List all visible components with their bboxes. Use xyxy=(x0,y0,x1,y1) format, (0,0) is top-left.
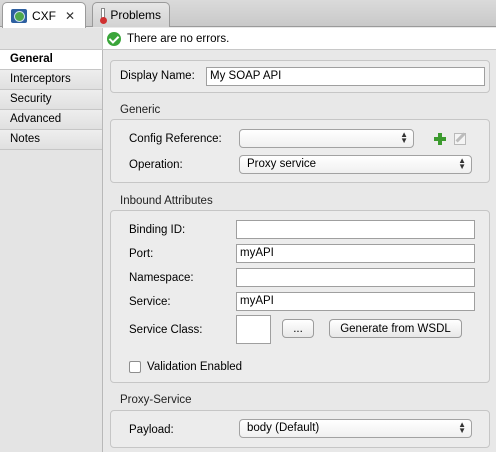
select-arrows-icon: ▲ ▼ xyxy=(458,156,466,171)
select-arrows-icon: ▲ ▼ xyxy=(458,420,466,435)
problems-icon xyxy=(100,7,108,24)
binding-id-field[interactable] xyxy=(236,220,475,239)
tab-cxf[interactable]: CXF ✕ xyxy=(2,2,86,28)
generic-group: Config Reference: ▲ ▼ Operation: Proxy se… xyxy=(110,119,490,183)
validation-enabled-checkbox[interactable] xyxy=(129,361,141,373)
config-reference-select[interactable]: ▲ ▼ xyxy=(239,129,414,148)
sidebar-item-notes[interactable]: Notes xyxy=(0,130,102,150)
service-field[interactable]: myAPI xyxy=(236,292,475,311)
tab-problems-label: Problems xyxy=(110,8,161,22)
browse-button[interactable]: ... xyxy=(282,319,314,338)
check-circle-icon xyxy=(107,31,121,46)
display-name-group: Display Name: My SOAP API xyxy=(110,60,490,93)
config-reference-label: Config Reference: xyxy=(129,133,222,145)
sidebar-item-advanced[interactable]: Advanced xyxy=(0,110,102,130)
inbound-section-title: Inbound Attributes xyxy=(120,195,213,207)
payload-select[interactable]: body (Default) ▲ ▼ xyxy=(239,419,472,438)
port-field[interactable]: myAPI xyxy=(236,244,475,263)
namespace-label: Namespace: xyxy=(129,272,194,284)
operation-select[interactable]: Proxy service ▲ ▼ xyxy=(239,155,472,174)
status-message: There are no errors. xyxy=(127,32,230,45)
select-arrows-icon: ▲ ▼ xyxy=(400,130,408,145)
service-class-label: Service Class: xyxy=(129,324,203,336)
cxf-icon xyxy=(11,8,27,23)
generic-section-title: Generic xyxy=(120,104,161,116)
tab-problems[interactable]: Problems xyxy=(92,2,170,27)
namespace-field[interactable] xyxy=(236,268,475,287)
sidebar-nav: General Interceptors Security Advanced N… xyxy=(0,50,103,452)
sidebar-item-security[interactable]: Security xyxy=(0,90,102,110)
generate-from-wsdl-button[interactable]: Generate from WSDL xyxy=(329,319,462,338)
close-icon[interactable]: ✕ xyxy=(65,9,75,23)
sidebar-item-interceptors[interactable]: Interceptors xyxy=(0,70,102,90)
general-panel: Display Name: My SOAP API Generic Config… xyxy=(104,50,496,452)
service-class-field[interactable] xyxy=(236,315,271,344)
proxy-service-section-title: Proxy-Service xyxy=(120,394,192,406)
inbound-group: Binding ID: Port: myAPI Namespace: Servi… xyxy=(110,210,490,383)
proxy-service-group: Payload: body (Default) ▲ ▼ xyxy=(110,410,490,448)
editor-tab-bar: CXF ✕ Problems xyxy=(0,0,496,28)
operation-label: Operation: xyxy=(129,159,183,171)
add-icon[interactable] xyxy=(434,133,446,145)
display-name-field[interactable]: My SOAP API xyxy=(206,67,485,86)
status-bar: There are no errors. xyxy=(0,28,496,50)
tab-cxf-label: CXF xyxy=(32,8,56,23)
binding-id-label: Binding ID: xyxy=(129,224,186,236)
port-label: Port: xyxy=(129,248,154,260)
edit-icon[interactable] xyxy=(454,133,466,145)
display-name-label: Display Name: xyxy=(120,70,195,82)
payload-label: Payload: xyxy=(129,424,174,436)
service-label: Service: xyxy=(129,296,171,308)
validation-enabled-label: Validation Enabled xyxy=(147,361,243,373)
sidebar-item-general[interactable]: General xyxy=(0,50,102,70)
